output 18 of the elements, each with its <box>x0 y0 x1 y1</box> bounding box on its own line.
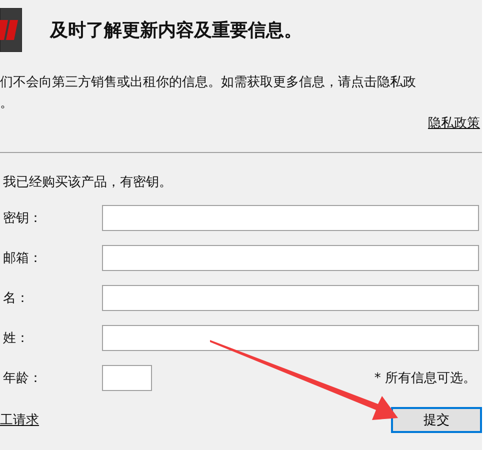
field-label: 姓： <box>2 330 30 347</box>
field-label: 年龄： <box>2 370 43 387</box>
field-label: 名： <box>2 290 30 307</box>
optional-note: * 所有信息可选。 <box>374 370 477 387</box>
header-title: 及时了解更新内容及重要信息。 <box>50 19 302 42</box>
field-label: 邮箱： <box>2 250 43 267</box>
request-link[interactable]: 工请求 <box>0 411 39 429</box>
field-label: 密钥： <box>2 210 43 227</box>
input-field[interactable] <box>102 325 479 351</box>
purchased-label: 我已经购买该产品，有密钥。 <box>3 174 173 191</box>
input-field[interactable] <box>102 365 152 391</box>
privacy-policy-link[interactable]: 隐私政策 <box>428 114 480 132</box>
input-field[interactable] <box>102 205 479 231</box>
submit-button[interactable]: 提交 <box>391 407 482 433</box>
input-field[interactable] <box>102 245 479 271</box>
privacy-notice: 们不会向第三方销售或出租你的信息。如需获取更多信息，请点击隐私政 。 <box>0 74 417 113</box>
logo-icon <box>0 8 22 52</box>
input-field[interactable] <box>102 285 479 311</box>
